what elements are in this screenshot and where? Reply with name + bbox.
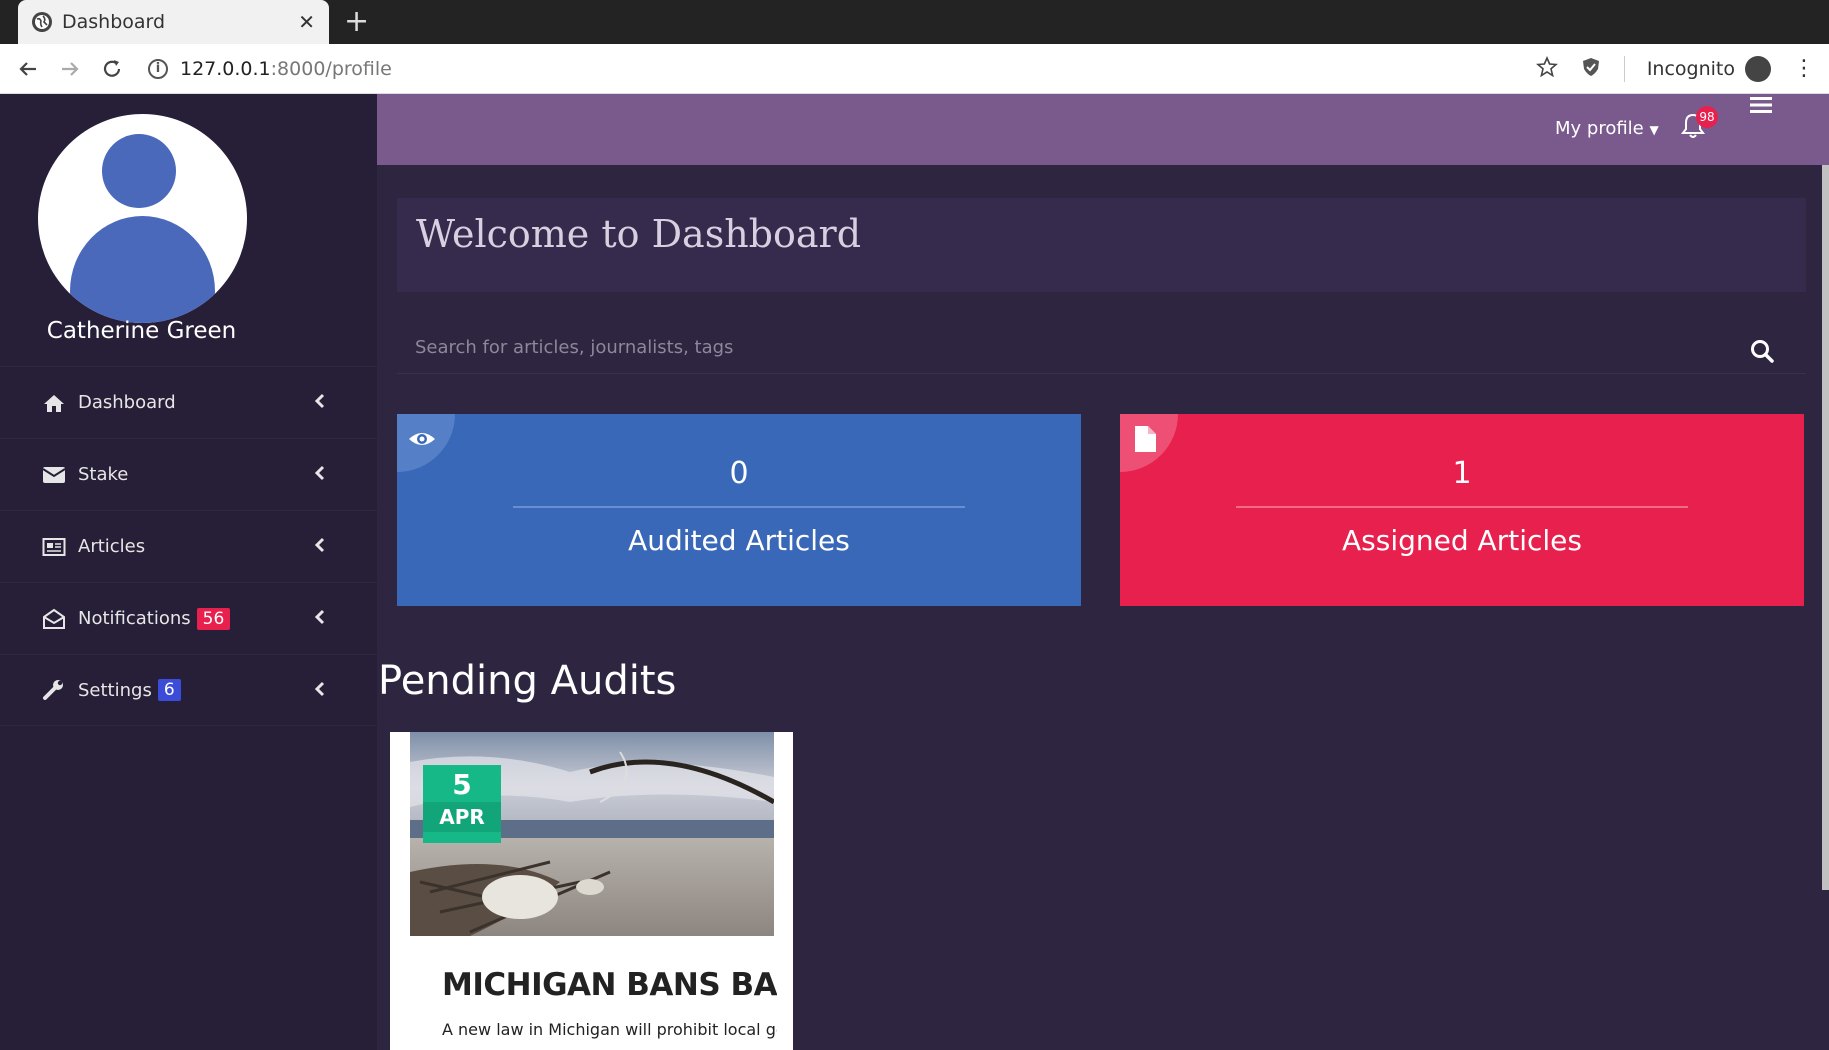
sidebar-item-notifications[interactable]: Notifications 56 xyxy=(0,582,377,654)
article-month: APR xyxy=(423,802,501,832)
assigned-articles-label: Assigned Articles xyxy=(1342,524,1582,557)
sidebar-item-label: Stake xyxy=(78,464,129,485)
my-profile-label: My profile xyxy=(1555,118,1644,139)
incognito-indicator[interactable]: Incognito xyxy=(1647,56,1771,82)
hamburger-menu-icon[interactable] xyxy=(1750,95,1772,115)
notifications-count-badge: 56 xyxy=(196,607,231,630)
tab-title: Dashboard xyxy=(62,11,166,33)
url-path: :8000/profile xyxy=(270,57,392,80)
url-field[interactable]: i 127.0.0.1:8000/profile xyxy=(148,58,392,80)
sidebar: Catherine Green Dashboard Stake Articles… xyxy=(0,94,377,1050)
bookmark-star-icon[interactable] xyxy=(1535,55,1558,83)
welcome-panel: Welcome to Dashboard xyxy=(397,198,1806,292)
close-tab-icon[interactable]: ✕ xyxy=(298,10,315,34)
search-bar xyxy=(397,322,1806,374)
reload-button[interactable] xyxy=(98,55,126,83)
settings-count-badge: 6 xyxy=(157,679,181,701)
site-info-icon[interactable]: i xyxy=(148,58,168,79)
back-button[interactable] xyxy=(14,55,42,83)
article-description: A new law in Michigan will prohibit loca… xyxy=(442,1020,777,1039)
article-day: 5 xyxy=(452,768,472,801)
page-scrollbar[interactable] xyxy=(1822,165,1829,890)
audited-articles-card[interactable]: 0 Audited Articles xyxy=(397,414,1081,606)
eye-icon xyxy=(409,433,435,445)
toolbar-divider xyxy=(1623,56,1625,82)
sidebar-item-label: Dashboard xyxy=(78,392,176,413)
wrench-icon xyxy=(40,678,68,702)
assigned-articles-card[interactable]: 1 Assigned Articles xyxy=(1120,414,1804,606)
browser-menu-icon[interactable]: ⋮ xyxy=(1793,58,1815,80)
article-card[interactable]: 5 APR MICHIGAN BANS BANNING PLASTIC BAGS… xyxy=(390,732,793,1050)
chevron-left-icon xyxy=(314,465,325,481)
article-date-badge: 5 APR xyxy=(423,765,501,843)
globe-icon xyxy=(32,12,52,32)
audited-articles-count: 0 xyxy=(729,456,749,491)
newspaper-icon xyxy=(40,535,68,559)
article-title[interactable]: MICHIGAN BANS BANNING PLASTIC BAGS xyxy=(442,967,777,1003)
sidebar-item-dashboard[interactable]: Dashboard xyxy=(0,366,377,438)
home-icon xyxy=(40,391,68,415)
incognito-label: Incognito xyxy=(1646,58,1735,80)
new-tab-button[interactable]: + xyxy=(344,4,369,40)
assigned-articles-count: 1 xyxy=(1452,456,1472,491)
search-input[interactable] xyxy=(415,332,1715,362)
divider xyxy=(1236,506,1688,508)
page-title: Welcome to Dashboard xyxy=(416,212,862,256)
avatar xyxy=(38,114,247,323)
sidebar-item-settings[interactable]: Settings 6 xyxy=(0,654,377,726)
search-icon[interactable] xyxy=(1749,338,1775,364)
envelope-open-icon xyxy=(40,607,68,631)
browser-tab[interactable]: Dashboard ✕ xyxy=(18,0,329,44)
chevron-left-icon xyxy=(314,537,325,553)
chevron-left-icon xyxy=(314,393,325,409)
sidebar-item-label: Settings xyxy=(78,679,152,701)
my-profile-dropdown[interactable]: My profile ▼ xyxy=(1555,118,1659,139)
section-heading: Pending Audits xyxy=(378,658,677,704)
sidebar-item-stake[interactable]: Stake xyxy=(0,438,377,510)
chevron-left-icon xyxy=(314,681,325,697)
forward-button[interactable] xyxy=(56,55,84,83)
address-bar: i 127.0.0.1:8000/profile Incognito ⋮ xyxy=(0,44,1829,94)
incognito-icon xyxy=(1745,56,1771,82)
url-host: 127.0.0.1 xyxy=(180,57,271,80)
audited-articles-label: Audited Articles xyxy=(628,524,850,557)
browser-tab-strip: Dashboard ✕ + xyxy=(0,0,1829,44)
extension-shield-icon[interactable] xyxy=(1580,56,1602,83)
file-icon xyxy=(1135,426,1156,452)
divider xyxy=(513,506,965,508)
sidebar-item-label: Notifications xyxy=(78,608,191,629)
user-name: Catherine Green xyxy=(46,318,237,344)
sidebar-item-label: Articles xyxy=(78,536,146,557)
notification-count-badge: 98 xyxy=(1696,106,1718,128)
chevron-left-icon xyxy=(314,609,325,625)
sidebar-item-articles[interactable]: Articles xyxy=(0,510,377,582)
envelope-icon xyxy=(40,463,68,487)
caret-down-icon: ▼ xyxy=(1649,123,1659,137)
